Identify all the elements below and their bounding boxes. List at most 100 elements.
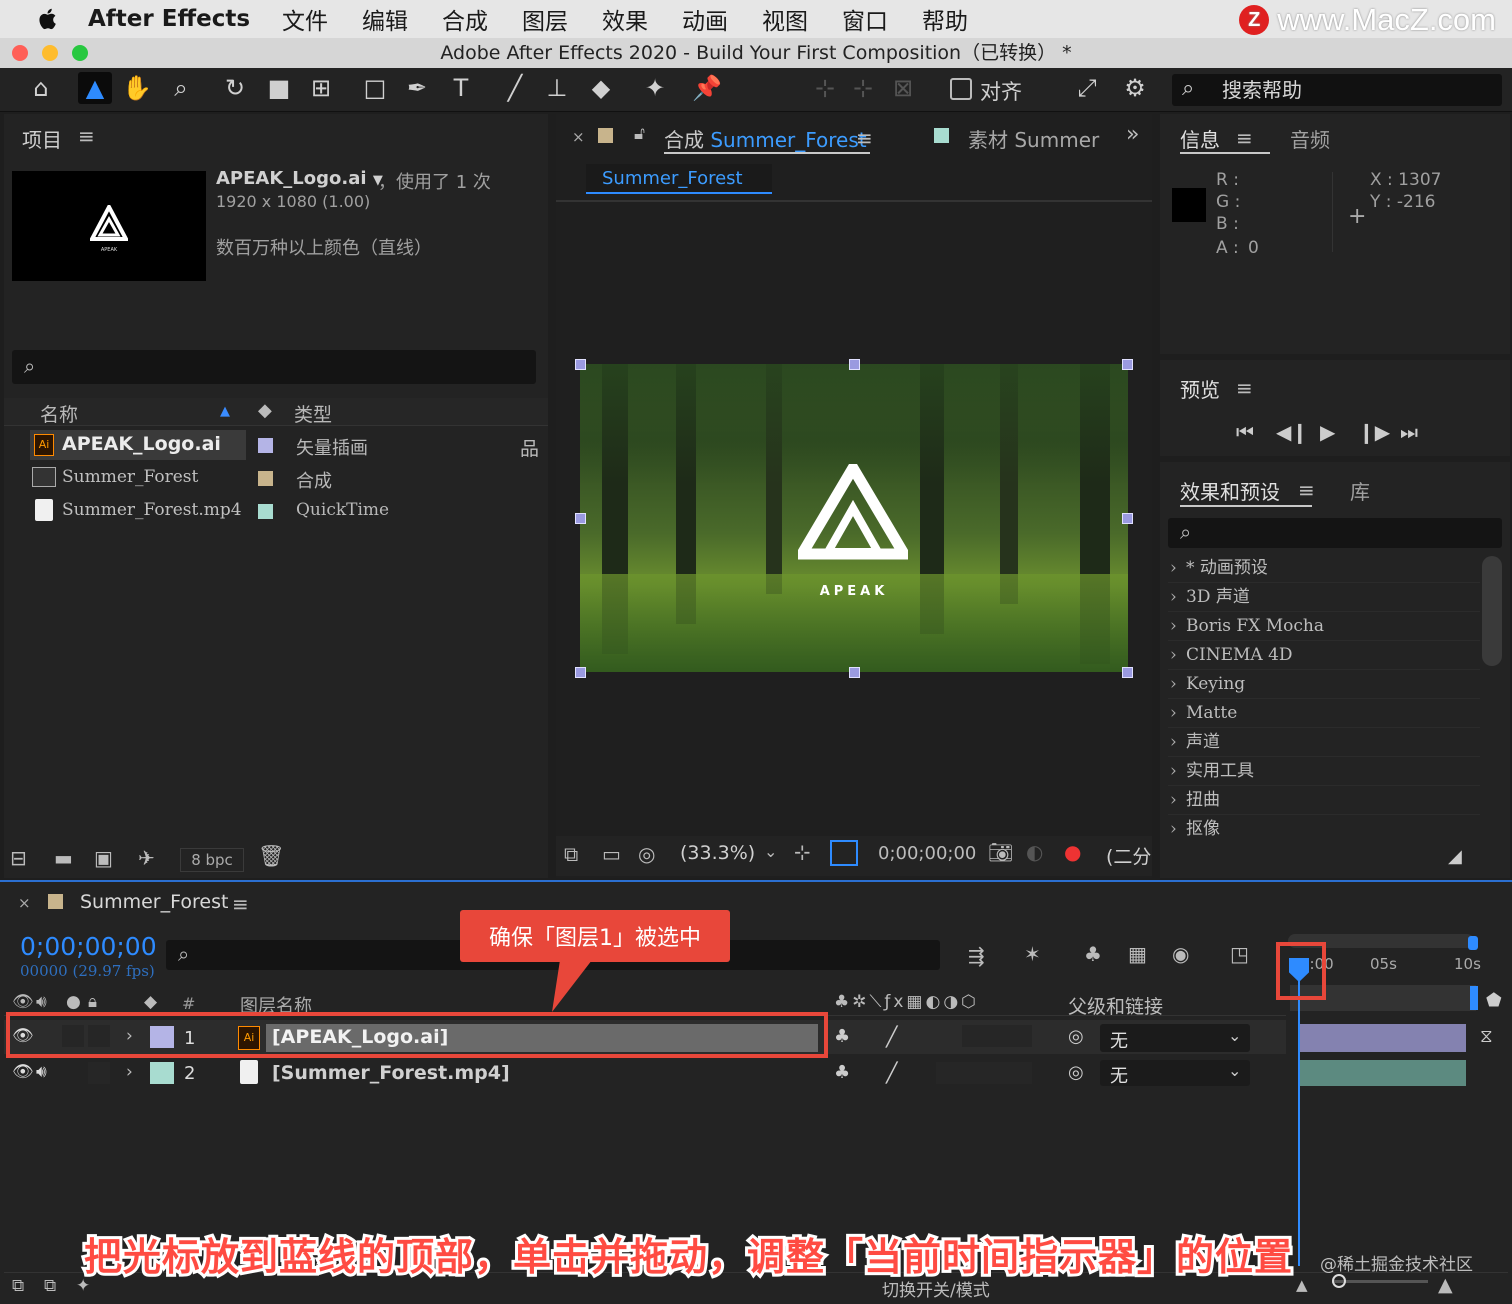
close-tab-icon[interactable]: × [18,894,31,912]
transform-handle[interactable] [575,359,586,370]
effects-category[interactable]: › CINEMA 4D [1168,641,1480,670]
video-visibility-icon[interactable]: 👁︎ [12,992,34,1012]
viewer-timecode[interactable]: 0;00;00;00 [878,843,976,864]
layer-switches[interactable] [936,1062,1032,1084]
more-tabs-icon[interactable]: » [1126,122,1139,147]
graph-editor-icon[interactable]: ◳ [1230,942,1249,966]
home-icon[interactable]: ⌂ [24,72,58,104]
effects-category[interactable]: › Keying [1168,670,1480,699]
effects-category[interactable]: › 声道 [1168,728,1480,757]
search-help-field[interactable]: 搜索帮助 [1172,74,1502,106]
flowchart-node-icon[interactable]: ✈ [138,846,155,870]
safe-margins-icon[interactable]: ⊹ [794,840,811,864]
new-folder-icon[interactable]: ▬ [54,846,73,870]
comp-breadcrumb[interactable]: Summer_Forest [586,164,772,194]
layer-duration-bar[interactable] [1298,1060,1466,1086]
quality-switch-icon[interactable]: ╱ [886,1026,897,1048]
composition-flowchart-icon[interactable]: ⇶ [968,944,985,968]
shy-switch-icon[interactable]: ♣ [834,1026,850,1047]
timeline-comp-tab[interactable]: Summer_Forest [80,891,228,913]
snapshot-camera-icon[interactable]: 📷︎ [988,840,1013,864]
brush-icon[interactable]: ╱ [498,72,532,104]
layer-label-color[interactable] [150,1062,174,1084]
mask-visibility-icon[interactable]: ◎ [638,842,655,866]
effects-category[interactable]: › 3D 声道 [1168,583,1480,612]
transform-handle[interactable] [849,359,860,370]
current-time-indicator-line[interactable] [1298,966,1300,1266]
minimize-window-button[interactable] [42,45,58,61]
layer-name[interactable]: [Summer_Forest.mp4] [272,1062,510,1084]
selection-arrow-icon[interactable]: ▲ [78,72,112,104]
hide-shy-layers-icon[interactable]: ♣ [1084,942,1102,966]
library-tab[interactable]: 库 [1350,476,1370,505]
menu-app-name[interactable]: After Effects [88,6,250,32]
previous-frame-icon[interactable]: ◀❙ [1276,420,1308,444]
region-of-interest-icon[interactable] [830,840,858,866]
in-out-icon[interactable]: ⧉ [44,1276,56,1296]
column-type[interactable]: 类型 [294,400,332,427]
interpret-footage-icon[interactable]: ⊟ [10,846,27,870]
label-color-swatch[interactable] [258,471,273,486]
puppet-pin-icon[interactable]: 📌 [690,72,724,104]
zoom-icon[interactable]: ⌕ [164,72,198,104]
rotate-icon[interactable]: ↻ [218,72,252,104]
transform-handle[interactable] [575,667,586,678]
effects-category[interactable]: › 扭曲 [1168,786,1480,815]
label-tag-icon[interactable]: ◆ [258,400,272,421]
layer-duration-bar[interactable] [1298,1024,1466,1052]
trash-icon[interactable]: 🗑 [258,844,285,869]
parent-pickwhip-icon[interactable]: ◎ [1068,1026,1084,1047]
preview-menu-icon[interactable]: ≡ [1236,376,1253,400]
lock-icon[interactable]: 🔓︎ [634,124,645,144]
hand-icon[interactable]: ✋ [120,72,154,104]
transform-handle[interactable] [849,667,860,678]
rectangle-icon[interactable]: □ [358,72,392,104]
solo-icon[interactable]: ● [66,992,81,1012]
zoom-window-button[interactable] [72,45,88,61]
sort-ascending-icon[interactable]: ▲ [220,404,230,419]
new-preset-icon[interactable]: ◢ [1448,846,1462,867]
always-preview-icon[interactable]: ⧉ [564,842,578,866]
project-search-input[interactable] [12,350,536,384]
effects-scrollbar[interactable] [1482,556,1502,666]
column-name[interactable]: 名称 [40,400,78,427]
clone-stamp-icon[interactable]: ⊥ [540,72,574,104]
new-composition-icon[interactable]: ▣ [94,846,113,870]
next-frame-icon[interactable]: ❙▶ [1358,420,1390,444]
lock-icon[interactable]: 🔒︎ [88,992,97,1012]
menu-file[interactable]: 文件 [282,2,328,36]
transform-handle[interactable] [575,513,586,524]
transform-handle[interactable] [1122,359,1133,370]
label-color-swatch[interactable] [258,438,273,453]
effects-category[interactable]: › 实用工具 [1168,757,1480,786]
project-panel-title[interactable]: 项目 [22,124,62,153]
comp-menu-icon[interactable]: ≡ [856,126,873,150]
play-icon[interactable]: ▶ [1320,420,1335,444]
snap-checkbox[interactable] [950,78,972,100]
layer-row-2[interactable] [4,1058,1286,1088]
expand-icon[interactable]: ⤢ [1070,72,1104,104]
navigator-end-handle[interactable] [1468,936,1478,950]
column-parent-link[interactable]: 父级和链接 [1068,992,1163,1019]
draft-3d-icon[interactable]: ✶ [1024,942,1041,966]
effects-category[interactable]: › Matte [1168,699,1480,728]
audio-icon[interactable]: 🔊︎ [36,1062,47,1082]
label-tag-icon[interactable]: ◆ [144,992,157,1012]
color-channels-icon[interactable]: ● [1064,840,1081,864]
render-time-icon[interactable]: ⧉ [12,1276,24,1296]
show-snapshot-icon[interactable]: ◐ [1026,840,1043,864]
transform-handle[interactable] [1122,513,1133,524]
type-icon[interactable]: T [444,72,478,104]
lock-out-icon[interactable]: ⧖ [1480,1026,1493,1047]
comp-tab[interactable]: 合成 Summer_Forest [664,124,867,153]
timeline-zoom-slider-thumb[interactable] [1332,1274,1346,1288]
info-panel-title[interactable]: 信息 [1180,124,1220,153]
menu-effect[interactable]: 效果 [602,2,648,36]
shy-switch-icon[interactable]: ♣ [834,1062,850,1083]
effects-panel-title[interactable]: 效果和预设 [1180,476,1280,505]
label-color-swatch[interactable] [258,504,273,519]
flowchart-icon[interactable]: 品 [520,434,539,461]
menu-edit[interactable]: 编辑 [362,2,408,36]
audio-icon[interactable]: 🔊︎ [36,992,47,1012]
motion-blur-icon[interactable]: ◉ [1172,942,1189,966]
